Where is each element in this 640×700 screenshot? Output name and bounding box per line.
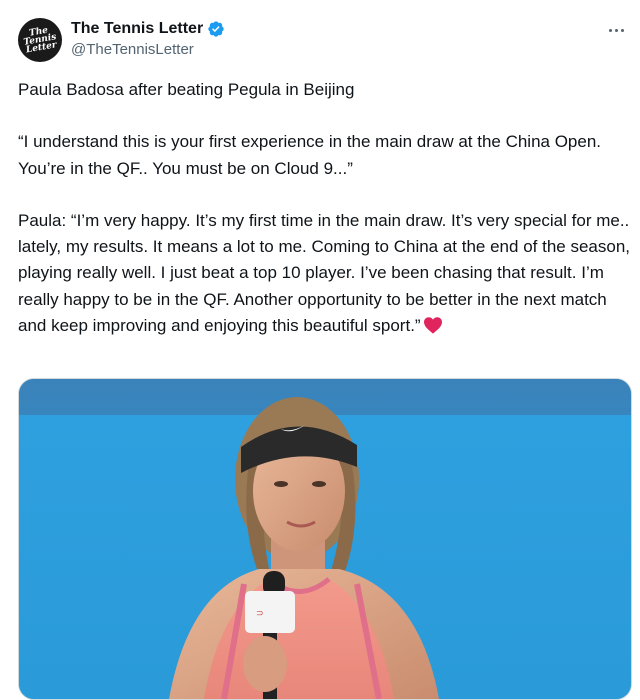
tweet-paragraph-2: “I understand this is your first experie…	[18, 132, 602, 178]
more-options-button[interactable]	[602, 20, 630, 40]
more-horizontal-icon	[608, 28, 612, 32]
tweet-paragraph-1: Paula Badosa after beating Pegula in Bei…	[18, 80, 355, 99]
svg-text:⊃: ⊃	[256, 609, 264, 619]
account-names: The Tennis Letter @TheTennisLetter	[71, 19, 225, 60]
avatar[interactable]: The Tennis Letter	[18, 18, 62, 62]
heart-icon	[423, 317, 442, 334]
account-handle[interactable]: @TheTennisLetter	[71, 40, 225, 60]
verified-badge-icon	[208, 21, 224, 37]
tweet-media-photo[interactable]: ⊃	[18, 378, 632, 700]
display-name[interactable]: The Tennis Letter	[71, 19, 203, 39]
avatar-logo-text: The Tennis Letter	[22, 25, 58, 56]
tweet-paragraph-3: Paula: “I’m very happy. It’s my first ti…	[18, 210, 630, 336]
tweet-text: Paula Badosa after beating Pegula in Bei…	[18, 77, 633, 365]
player-interview-photo: ⊃	[19, 379, 631, 699]
tweet-header: The Tennis Letter The Tennis Letter @The…	[18, 16, 630, 64]
